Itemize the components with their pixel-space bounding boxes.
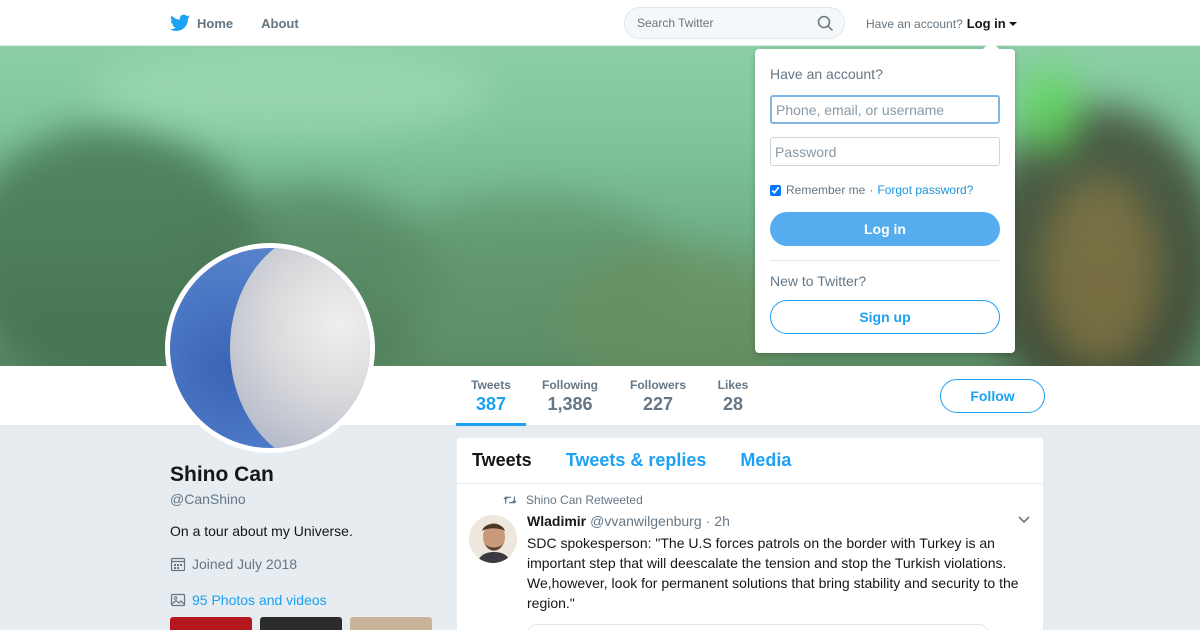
password-field[interactable] <box>770 137 1000 166</box>
stat-likes-value: 28 <box>722 394 744 414</box>
profile-joined-text: Joined July 2018 <box>192 556 298 572</box>
tweet-text: SDC spokesperson: "The U.S forces patrol… <box>527 535 1019 611</box>
divider <box>770 260 1000 261</box>
search-icon[interactable] <box>817 15 833 31</box>
profile-handle[interactable]: @CanShino <box>170 491 246 507</box>
username-field[interactable] <box>770 95 1000 124</box>
tab-tweets[interactable]: Tweets <box>472 450 532 471</box>
nav-left: Home About <box>170 0 327 46</box>
login-dropdown: Have an account? Remember me · Forgot pa… <box>755 41 1015 353</box>
nav-about-label: About <box>261 15 299 31</box>
tweet-time[interactable]: 2h <box>714 513 730 529</box>
tweet-card[interactable] <box>527 624 989 630</box>
timeline: Tweets Tweets & replies Media Shino Can … <box>456 437 1044 630</box>
stat-tweets[interactable]: Tweets 387 <box>456 378 526 426</box>
stat-followers-value: 227 <box>642 394 674 414</box>
stat-likes[interactable]: Likes 28 <box>713 378 753 415</box>
stat-tweets-label: Tweets <box>471 378 511 392</box>
caret-down-icon <box>1008 21 1017 26</box>
calendar-icon <box>170 557 186 572</box>
nav-home[interactable]: Home <box>170 14 233 32</box>
stat-likes-label: Likes <box>717 378 749 392</box>
retweet-icon <box>503 496 517 504</box>
avatar[interactable] <box>165 243 375 453</box>
forgot-password-link[interactable]: Forgot password? <box>877 183 973 197</box>
chevron-down-icon[interactable] <box>1017 515 1031 525</box>
nav-home-label: Home <box>197 15 234 31</box>
profile-name[interactable]: Shino Can <box>170 463 274 487</box>
top-nav: Home About Have an account? Log in <box>0 0 1200 46</box>
media-thumbnail[interactable] <box>260 617 342 630</box>
photos-videos-label: 95 Photos and videos <box>192 592 327 608</box>
tab-tweets-replies[interactable]: Tweets & replies <box>566 450 707 471</box>
login-link[interactable]: Log in <box>967 16 1006 31</box>
login-menu-trigger[interactable]: Have an account? Log in <box>866 16 1017 31</box>
stat-followers-label: Followers <box>629 378 686 392</box>
author-photo <box>469 515 517 563</box>
twitter-bird-icon <box>170 14 190 31</box>
retweet-context: Shino Can Retweeted <box>503 493 643 507</box>
profile-joined: Joined July 2018 <box>170 556 297 572</box>
avatar-image <box>170 248 370 448</box>
stat-following[interactable]: Following 1,386 <box>538 378 602 415</box>
media-thumbnail[interactable] <box>350 617 432 630</box>
tweet-header: Wladimir @vvanwilgenburg · 2h <box>527 513 1027 529</box>
photo-icon <box>170 593 186 607</box>
remember-row: Remember me · Forgot password? <box>770 183 973 197</box>
stat-tweets-value: 387 <box>475 394 507 414</box>
nav-about[interactable]: About <box>261 16 299 31</box>
account-prompt: Have an account? <box>866 16 963 31</box>
stat-following-value: 1,386 <box>547 394 593 414</box>
profile-bio: On a tour about my Universe. <box>170 523 353 539</box>
search-input[interactable] <box>637 16 812 30</box>
signup-button[interactable]: Sign up <box>770 300 1000 334</box>
follow-button[interactable]: Follow <box>940 379 1045 413</box>
remember-me-checkbox[interactable] <box>770 184 781 196</box>
tweet[interactable]: Shino Can Retweeted Wladimir @vvanwilgen… <box>457 484 1043 630</box>
tweet-time-separator: · <box>705 513 711 529</box>
tweet-author-handle[interactable]: @vvanwilgenburg <box>590 513 702 529</box>
tab-media[interactable]: Media <box>740 450 791 471</box>
retweet-context-text: Shino Can Retweeted <box>526 493 643 507</box>
tweet-author-name[interactable]: Wladimir <box>527 513 586 529</box>
login-button[interactable]: Log in <box>770 212 1000 246</box>
media-thumbnail[interactable] <box>170 617 252 630</box>
timeline-tabs: Tweets Tweets & replies Media <box>457 438 1043 484</box>
media-thumbnails <box>170 617 432 630</box>
remember-me-label[interactable]: Remember me <box>786 183 865 197</box>
search-box <box>624 7 845 39</box>
remember-separator: · <box>869 183 874 197</box>
tweet-author-avatar[interactable] <box>469 515 517 563</box>
new-to-twitter-text: New to Twitter? <box>770 273 867 289</box>
photos-videos-link[interactable]: 95 Photos and videos <box>170 592 327 608</box>
login-dropdown-title: Have an account? <box>770 66 883 82</box>
stat-followers[interactable]: Followers 227 <box>626 378 690 415</box>
stat-following-label: Following <box>542 378 598 392</box>
